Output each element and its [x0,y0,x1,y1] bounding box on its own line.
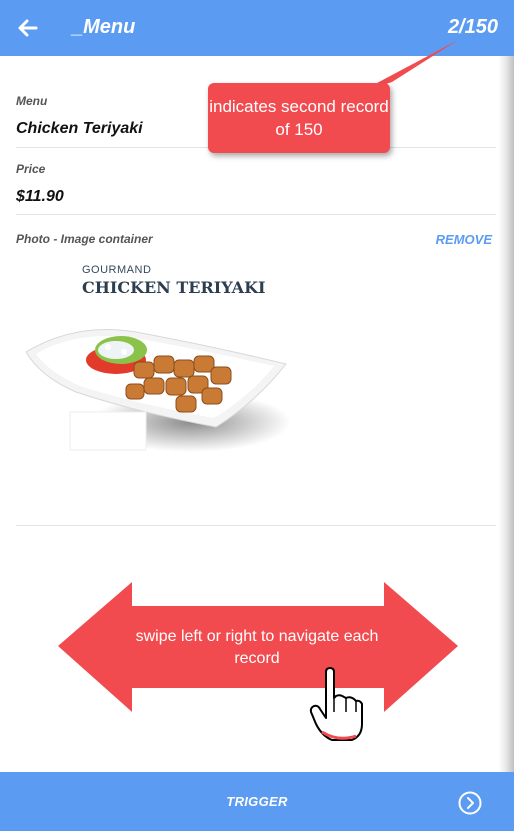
swipe-hint-text: swipe left or right to navigate each rec… [135,628,379,667]
pointing-hand-icon [309,667,363,741]
swipe-double-arrow [58,582,458,712]
